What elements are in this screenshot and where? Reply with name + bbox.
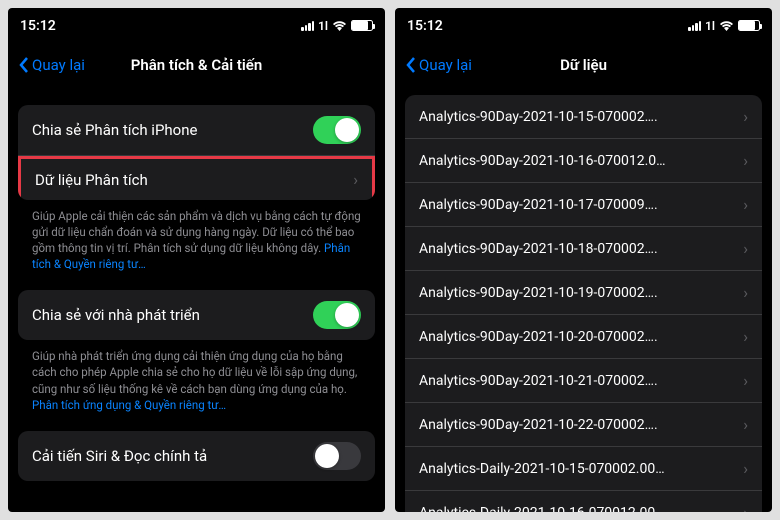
network-label: 1l: [318, 19, 328, 33]
status-bar: 15:12 1l: [8, 8, 385, 43]
wifi-icon: [719, 20, 734, 31]
list-item[interactable]: Analytics-90Day-2021-10-19-070002….›: [405, 271, 762, 315]
group-dev: Chia sẻ với nhà phát triển: [18, 290, 375, 340]
chevron-right-icon: ›: [743, 459, 748, 478]
status-time: 15:12: [20, 18, 56, 34]
battery-icon: [351, 20, 373, 31]
chevron-left-icon: [18, 56, 30, 74]
left-content: Chia sẻ Phân tích iPhone Dữ liệu Phân tí…: [8, 87, 385, 512]
row-siri[interactable]: Cải tiến Siri & Đọc chính tả: [18, 431, 375, 481]
list-item-label: Analytics-90Day-2021-10-20-070002….: [419, 329, 743, 345]
row-label: Chia sẻ với nhà phát triển: [32, 306, 313, 324]
status-icons: 1l: [688, 19, 760, 33]
row-share-dev[interactable]: Chia sẻ với nhà phát triển: [18, 290, 375, 340]
row-analytics-data[interactable]: Dữ liệu Phân tích ›: [18, 156, 375, 200]
chevron-right-icon: ›: [743, 415, 748, 434]
list-item-label: Analytics-90Day-2021-10-19-070002….: [419, 285, 743, 301]
list-item-label: Analytics-90Day-2021-10-16-070012.0…: [419, 153, 743, 169]
list-item[interactable]: Analytics-Daily-2021-10-15-070002.00…›: [405, 447, 762, 491]
network-label: 1l: [705, 19, 715, 33]
right-content: Analytics-90Day-2021-10-15-070002….›Anal…: [395, 87, 772, 512]
status-icons: 1l: [301, 19, 373, 33]
wifi-icon: [332, 20, 347, 31]
chevron-left-icon: [405, 56, 417, 74]
chevron-right-icon: ›: [353, 170, 358, 189]
footer-body: Giúp Apple cải thiện các sản phẩm và dịc…: [32, 209, 361, 255]
back-label: Quay lại: [419, 56, 472, 74]
list-item-label: Analytics-90Day-2021-10-15-070002….: [419, 109, 743, 125]
list-item[interactable]: Analytics-90Day-2021-10-18-070002….›: [405, 227, 762, 271]
list-item-label: Analytics-Daily-2021-10-15-070002.00…: [419, 461, 743, 477]
status-bar: 15:12 1l: [395, 8, 772, 43]
nav-title: Phân tích & Cải tiến: [131, 56, 262, 74]
left-phone: 15:12 1l Quay lại Phân tích & Cải tiến C…: [8, 8, 385, 512]
chevron-right-icon: ›: [743, 283, 748, 302]
nav-bar: Quay lại Phân tích & Cải tiến: [8, 43, 385, 87]
row-share-iphone[interactable]: Chia sẻ Phân tích iPhone: [18, 105, 375, 156]
list-item[interactable]: Analytics-Daily-2021-10-16-070012.00…›: [405, 491, 762, 512]
chevron-right-icon: ›: [743, 239, 748, 258]
right-phone: 15:12 1l Quay lại Dữ liệu Analytics-90Da…: [395, 8, 772, 512]
nav-title: Dữ liệu: [560, 56, 607, 74]
footer-link[interactable]: Phân tích ứng dụng & Quyền riêng tư…: [32, 398, 226, 412]
list-item-label: Analytics-90Day-2021-10-17-070009….: [419, 197, 743, 213]
footer-body: Giúp nhà phát triển ứng dụng cải thiện ứ…: [32, 349, 357, 395]
chevron-right-icon: ›: [743, 195, 748, 214]
toggle-share-dev[interactable]: [313, 301, 361, 329]
status-time: 15:12: [407, 18, 443, 34]
row-label: Cải tiến Siri & Đọc chính tả: [32, 447, 313, 465]
list-item[interactable]: Analytics-90Day-2021-10-20-070002….›: [405, 315, 762, 359]
back-button[interactable]: Quay lại: [18, 56, 85, 74]
list-item[interactable]: Analytics-90Day-2021-10-16-070012.0…›: [405, 139, 762, 183]
list-item-label: Analytics-90Day-2021-10-22-070002….: [419, 417, 743, 433]
list-item[interactable]: Analytics-90Day-2021-10-22-070002….›: [405, 403, 762, 447]
list-item[interactable]: Analytics-90Day-2021-10-15-070002….›: [405, 95, 762, 139]
toggle-share-iphone[interactable]: [313, 116, 361, 144]
chevron-right-icon: ›: [743, 327, 748, 346]
chevron-right-icon: ›: [743, 151, 748, 170]
row-label: Dữ liệu Phân tích: [35, 171, 353, 189]
back-label: Quay lại: [32, 56, 85, 74]
list-item-label: Analytics-Daily-2021-10-16-070012.00…: [419, 505, 743, 513]
nav-bar: Quay lại Dữ liệu: [395, 43, 772, 87]
back-button[interactable]: Quay lại: [405, 56, 472, 74]
list-item-label: Analytics-90Day-2021-10-21-070002….: [419, 373, 743, 389]
signal-icon: [688, 21, 701, 31]
signal-icon: [301, 21, 314, 31]
footer-text-2: Giúp nhà phát triển ứng dụng cải thiện ứ…: [18, 340, 375, 412]
chevron-right-icon: ›: [743, 371, 748, 390]
list-item[interactable]: Analytics-90Day-2021-10-21-070002….›: [405, 359, 762, 403]
data-list: Analytics-90Day-2021-10-15-070002….›Anal…: [405, 95, 762, 512]
row-label: Chia sẻ Phân tích iPhone: [32, 121, 313, 139]
group-analytics: Chia sẻ Phân tích iPhone Dữ liệu Phân tí…: [18, 105, 375, 200]
footer-text-1: Giúp Apple cải thiện các sản phẩm và dịc…: [18, 200, 375, 272]
chevron-right-icon: ›: [743, 503, 748, 512]
chevron-right-icon: ›: [743, 107, 748, 126]
group-siri: Cải tiến Siri & Đọc chính tả: [18, 431, 375, 481]
toggle-siri[interactable]: [313, 442, 361, 470]
list-item[interactable]: Analytics-90Day-2021-10-17-070009….›: [405, 183, 762, 227]
battery-icon: [738, 20, 760, 31]
list-item-label: Analytics-90Day-2021-10-18-070002….: [419, 241, 743, 257]
